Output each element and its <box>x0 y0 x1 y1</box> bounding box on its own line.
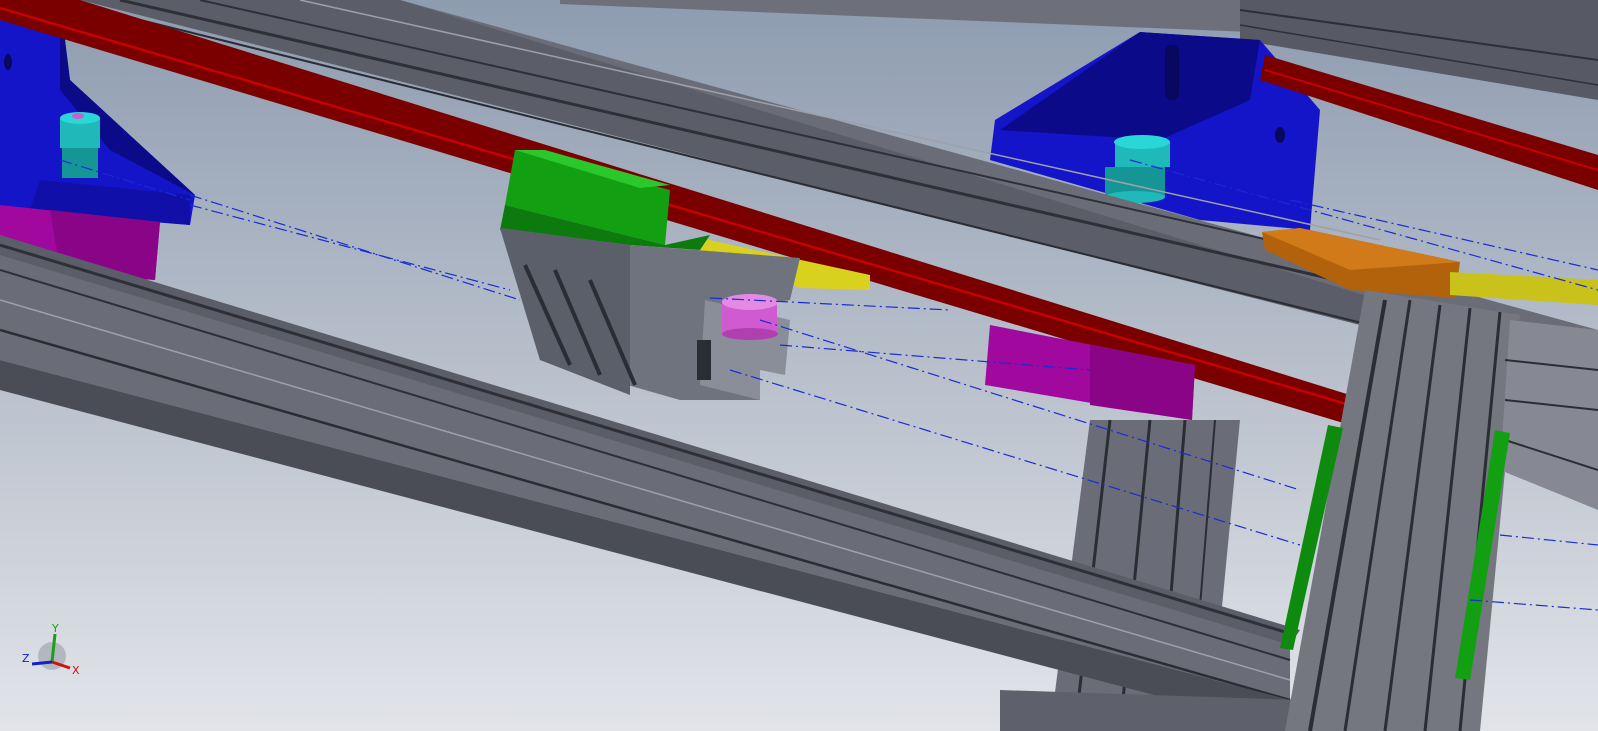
cad-scene[interactable] <box>0 0 1598 731</box>
triad-x-label: X <box>72 664 80 677</box>
idler-pulley-center[interactable] <box>722 294 778 340</box>
triad-z-axis <box>31 660 53 666</box>
triad-graphic: Y X Z <box>22 622 80 677</box>
triad-z-label: Z <box>22 652 30 665</box>
triad-y-label: Y <box>51 622 59 635</box>
orientation-triad[interactable]: Y X Z <box>20 620 90 680</box>
pulley-left[interactable] <box>60 112 100 178</box>
cad-viewport[interactable]: Y X Z <box>0 0 1598 731</box>
